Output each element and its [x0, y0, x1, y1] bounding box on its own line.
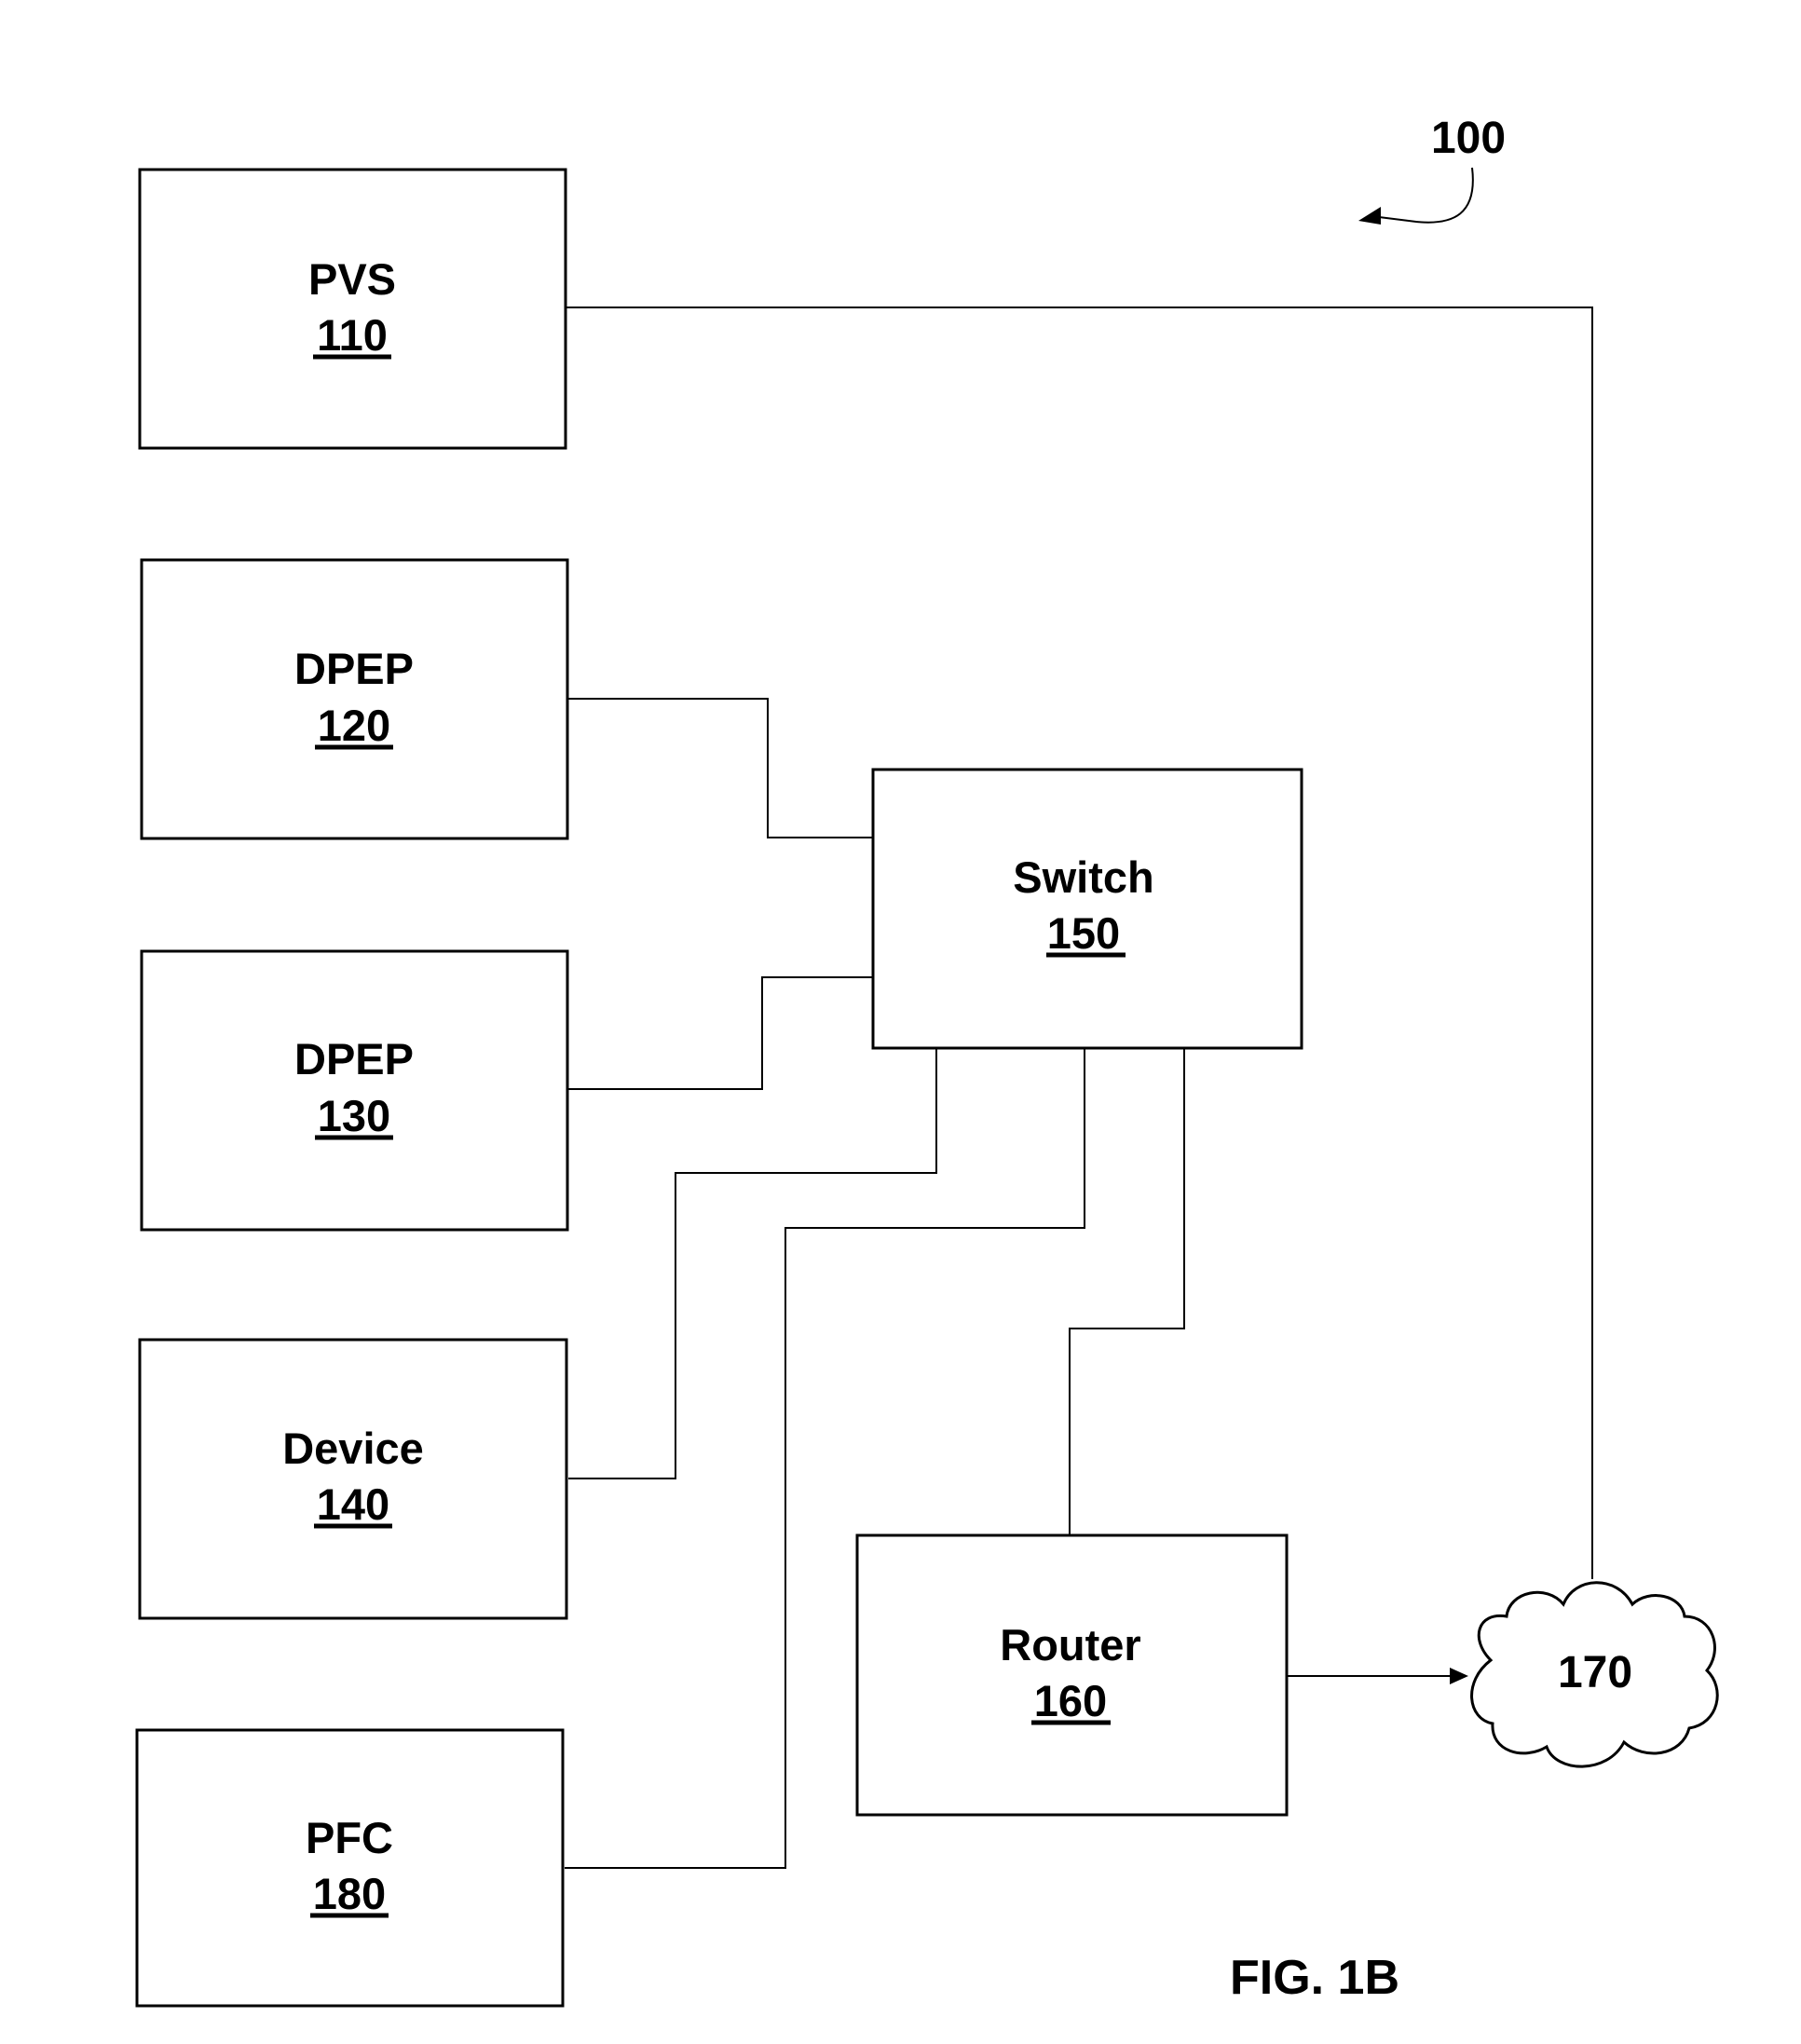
block-name: DPEP [294, 1034, 414, 1083]
wire-dpep130-to-switch [568, 976, 873, 1090]
block-ref: 120 [318, 701, 390, 750]
block-ref: 180 [313, 1869, 386, 1918]
block-device-140[interactable]: Device 140 [138, 1338, 568, 1620]
block-name: PFC [306, 1813, 393, 1862]
block-ref: 130 [318, 1091, 390, 1140]
block-name: Router [1000, 1620, 1140, 1669]
block-name: PVS [308, 254, 396, 304]
wire-switch-to-router [1069, 1048, 1185, 1535]
block-router-160[interactable]: Router 160 [855, 1533, 1289, 1817]
wire-device-to-switch [568, 1048, 937, 1479]
system-ref-label: 100 [1431, 114, 1506, 163]
block-dpep-130[interactable]: DPEP 130 [140, 949, 569, 1232]
block-pfc-180[interactable]: PFC 180 [135, 1728, 565, 2008]
leader-arrowhead-icon [1358, 207, 1381, 225]
network-ref: 170 [1558, 1648, 1632, 1697]
block-switch-150[interactable]: Switch 150 [871, 768, 1303, 1050]
arrowhead-icon [1450, 1668, 1468, 1684]
block-pvs[interactable]: PVS 110 [138, 168, 567, 450]
network-cloud-170[interactable]: 170 [1470, 1581, 1719, 1768]
block-name: Device [282, 1424, 424, 1473]
figure-label: FIG. 1B [1230, 1951, 1399, 2005]
block-ref: 150 [1047, 908, 1120, 958]
block-name: Switch [1013, 852, 1153, 902]
network-diagram: 100 PVS 110 DPEP 120 DPEP 130 Device 140… [135, 114, 1719, 2008]
block-ref: 140 [317, 1479, 389, 1529]
wire-dpep120-to-switch [568, 698, 873, 838]
block-ref: 160 [1034, 1676, 1107, 1725]
leader-curve [1378, 167, 1474, 224]
block-name: DPEP [294, 644, 414, 693]
block-ref: 110 [317, 310, 388, 360]
block-dpep-120[interactable]: DPEP 120 [140, 558, 569, 840]
